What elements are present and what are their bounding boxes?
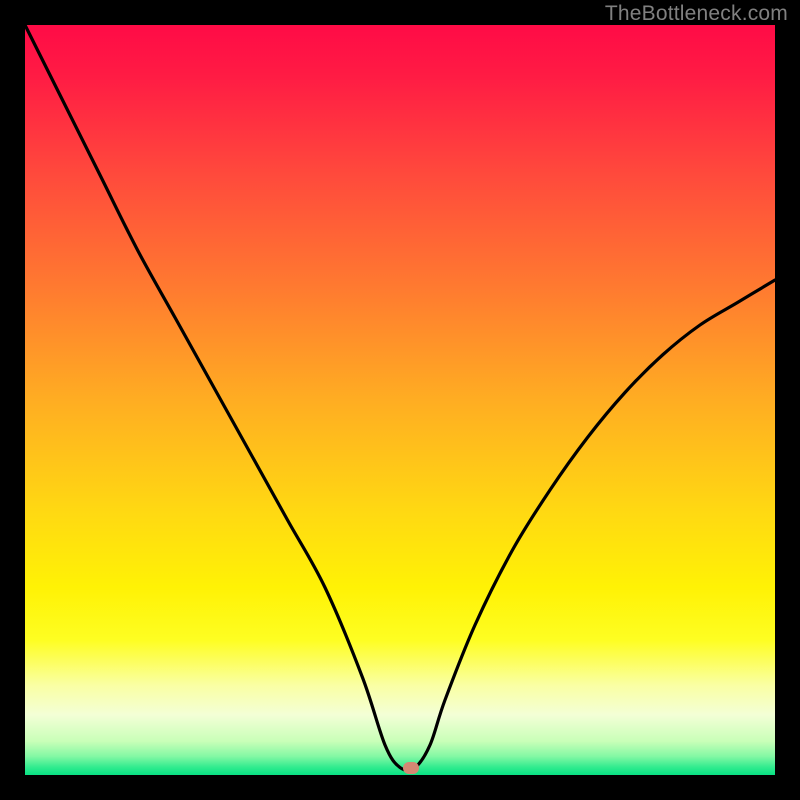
attribution-label: TheBottleneck.com: [605, 2, 788, 26]
plot-area: [25, 25, 775, 775]
chart-frame: TheBottleneck.com: [0, 0, 800, 800]
bottleneck-curve: [25, 25, 775, 775]
optimal-point-marker: [403, 762, 419, 774]
